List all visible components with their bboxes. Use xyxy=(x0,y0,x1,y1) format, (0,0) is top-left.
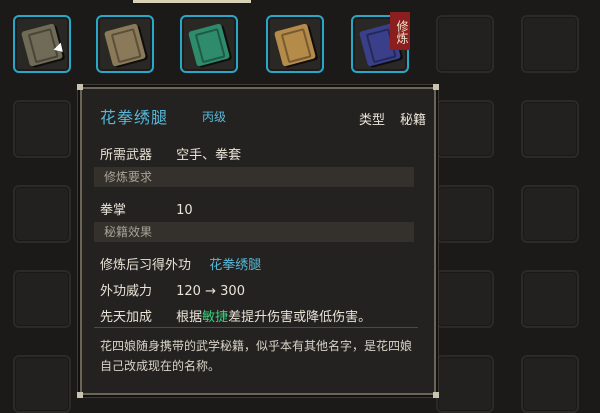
inventory-slot-empty[interactable] xyxy=(521,185,579,243)
inventory-slot-empty[interactable] xyxy=(436,270,494,328)
requirements-header: 修炼要求 xyxy=(94,167,414,187)
innate-post: 差提升伤害或降低伤害。 xyxy=(228,310,372,325)
inventory-slot-4[interactable] xyxy=(266,15,324,73)
inventory-slot-empty[interactable] xyxy=(521,100,579,158)
power-label: 外功威力 xyxy=(100,284,153,299)
power-row: 外功威力 120 → 300 xyxy=(100,280,245,299)
innate-row: 先天加成 根据敏捷差提升伤害或降低伤害。 xyxy=(100,306,371,325)
book-description: 花四娘随身携带的武学秘籍，似乎本有其他名字，是花四娘自己改成现在的名称。 xyxy=(100,339,413,373)
inventory-slot-empty[interactable] xyxy=(436,355,494,413)
learn-value: 花拳绣腿 xyxy=(209,258,262,273)
innate-highlight: 敏捷 xyxy=(202,310,229,325)
inventory-slot-empty[interactable] xyxy=(521,15,579,73)
inventory-slot-empty[interactable] xyxy=(521,355,579,413)
inventory-slot-empty[interactable] xyxy=(13,185,71,243)
weapon-row: 所需武器 空手、拳套 xyxy=(100,144,241,163)
inventory-slot-empty[interactable] xyxy=(436,185,494,243)
inventory-slot-empty[interactable] xyxy=(13,100,71,158)
type-label: 类型 xyxy=(359,113,386,128)
power-to: 300 xyxy=(220,284,245,299)
learn-row: 修炼后习得外功 花拳绣腿 xyxy=(100,254,261,273)
cultivation-badge: 修炼 xyxy=(390,12,410,50)
innate-label: 先天加成 xyxy=(100,310,153,325)
arrow-right-icon: → xyxy=(205,284,217,299)
inventory-slot-3[interactable] xyxy=(180,15,238,73)
inventory-slot-empty[interactable] xyxy=(521,270,579,328)
requirement-label: 拳掌 xyxy=(100,203,127,218)
inventory-slot-empty[interactable] xyxy=(13,270,71,328)
effects-header: 秘籍效果 xyxy=(94,222,414,242)
inventory-slot-empty[interactable] xyxy=(436,15,494,73)
tooltip-corner xyxy=(433,392,439,398)
innate-pre: 根据 xyxy=(176,310,203,325)
inventory-slot-empty[interactable] xyxy=(13,355,71,413)
requirement-row: 拳掌 10 xyxy=(100,199,193,218)
book-title: 花拳绣腿 xyxy=(100,108,169,127)
weapon-label: 所需武器 xyxy=(100,148,153,163)
power-from: 120 xyxy=(176,284,201,299)
tooltip-corner xyxy=(433,84,439,90)
book-icon xyxy=(187,23,231,67)
inventory-slot-empty[interactable] xyxy=(436,100,494,158)
tooltip-divider xyxy=(94,327,418,328)
book-icon xyxy=(273,23,317,67)
weapon-value: 空手、拳套 xyxy=(176,148,242,163)
tooltip-corner xyxy=(77,392,83,398)
tooltip-corner xyxy=(77,84,83,90)
requirement-value: 10 xyxy=(176,203,193,218)
book-icon xyxy=(103,23,147,67)
inventory-slot-2[interactable] xyxy=(96,15,154,73)
book-grade: 丙级 xyxy=(202,110,227,124)
item-tooltip: 花拳绣腿 丙级 类型 秘籍 所需武器 空手、拳套 修炼要求 拳掌 10 秘籍效果… xyxy=(77,84,439,398)
learn-label: 修炼后习得外功 xyxy=(100,258,192,273)
type-value: 秘籍 xyxy=(400,113,427,128)
